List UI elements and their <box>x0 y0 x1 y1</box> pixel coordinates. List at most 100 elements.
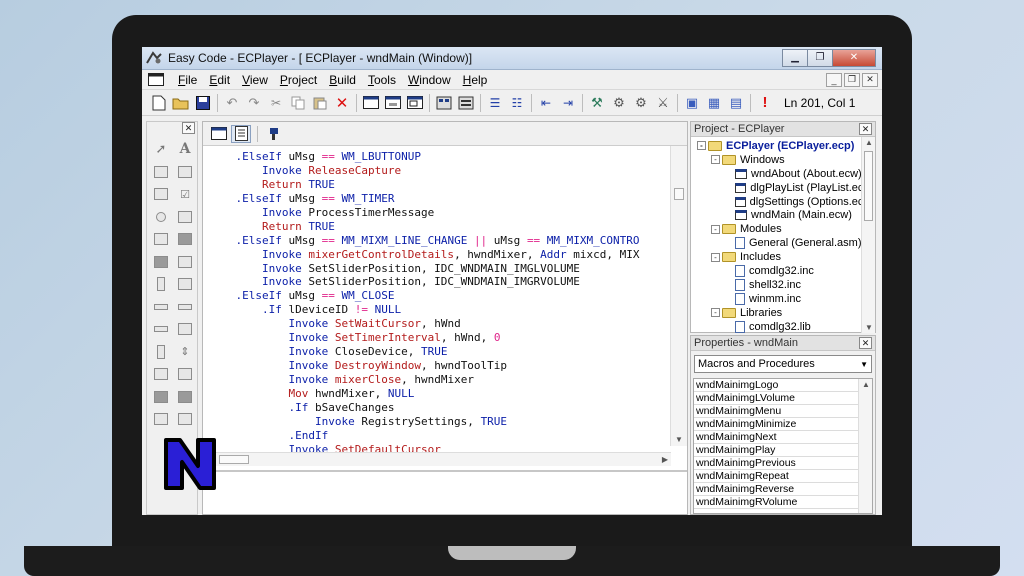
toolbox-close-button[interactable]: ✕ <box>182 122 195 134</box>
output-pane[interactable] <box>203 470 687 514</box>
rebar-tool[interactable] <box>149 408 173 431</box>
tree-item[interactable]: wndAbout (About.ecw) <box>697 167 875 181</box>
tree-item[interactable]: dlgSettings (Options.ecw) <box>697 195 875 209</box>
scroll-tool[interactable] <box>173 251 197 274</box>
new-file-button[interactable] <box>148 93 170 113</box>
listview-tool[interactable] <box>149 363 173 386</box>
rebuild-button[interactable]: ⚔ <box>652 93 674 113</box>
tree-item[interactable]: - Modules <box>697 222 875 236</box>
tree-item[interactable]: comdlg32.inc <box>697 264 875 278</box>
options-button[interactable]: ▤ <box>725 93 747 113</box>
menu-project[interactable]: Project <box>274 73 323 87</box>
maximize-button[interactable]: ❐ <box>807 48 833 67</box>
indent-button[interactable]: ☰ <box>484 93 506 113</box>
vscroll-tool[interactable] <box>149 273 173 296</box>
tree-item[interactable]: General (General.asm) <box>697 236 875 250</box>
procedures-list[interactable]: wndMainimgLogo wndMainimgLVolume wndMainim… <box>693 378 873 514</box>
tree-item[interactable]: - Windows <box>697 153 875 167</box>
trackbar-tool[interactable] <box>173 296 197 319</box>
document-window-icon[interactable] <box>148 73 164 87</box>
tree-expander-icon[interactable]: - <box>711 155 720 165</box>
button-tool[interactable] <box>149 183 173 206</box>
outdent-button[interactable]: ☷ <box>506 93 528 113</box>
scroll-up-arrow-icon[interactable]: ▲ <box>865 138 873 147</box>
tab-bookmark[interactable] <box>264 125 284 143</box>
list-item[interactable]: wndMainimgPlay <box>694 444 859 457</box>
menu-tools[interactable]: Tools <box>362 73 402 87</box>
debug-button[interactable]: ▦ <box>703 93 725 113</box>
list-item[interactable]: wndMainimgRVolume <box>694 496 859 509</box>
properties-button[interactable] <box>455 93 477 113</box>
save-button[interactable] <box>192 93 214 113</box>
mdi-close-button[interactable]: ✕ <box>862 72 878 87</box>
editor-vscroll-thumb[interactable] <box>674 188 684 200</box>
scroll-down-arrow-icon[interactable]: ▼ <box>865 323 873 332</box>
tree-item[interactable]: - ECPlayer (ECPlayer.ecp) <box>697 138 875 153</box>
statusbar-tool[interactable] <box>173 408 197 431</box>
list-item[interactable]: wndMainimgPrevious <box>694 457 859 470</box>
minimize-button[interactable]: ▁ <box>782 48 808 67</box>
tree-expander-icon[interactable]: - <box>711 252 720 262</box>
textbox-tool[interactable] <box>149 161 173 184</box>
combobox-tool[interactable] <box>149 228 173 251</box>
menu-build[interactable]: Build <box>323 73 362 87</box>
scroll-right-arrow-icon[interactable]: ▶ <box>662 455 668 464</box>
tree-item[interactable]: - Libraries <box>697 306 875 320</box>
pointer-tool[interactable]: ➚ <box>149 138 173 161</box>
radio-tool[interactable] <box>149 206 173 229</box>
tab-code-view[interactable] <box>231 124 251 143</box>
menu-window[interactable]: Window <box>402 73 457 87</box>
procedures-list-scrollbar[interactable]: ▲ <box>858 379 872 513</box>
tree-item[interactable]: - Includes <box>697 250 875 264</box>
tree-item[interactable]: comdlg32.lib <box>697 320 875 334</box>
menu-view[interactable]: View <box>236 73 274 87</box>
tree-expander-icon[interactable]: - <box>711 308 720 318</box>
cut-button[interactable]: ✂ <box>265 93 287 113</box>
updown-tool[interactable] <box>149 341 173 364</box>
paste-button[interactable] <box>309 93 331 113</box>
tree-item[interactable]: winmm.inc <box>697 292 875 306</box>
tree-item[interactable]: shell32.inc <box>697 278 875 292</box>
animate-tool[interactable] <box>149 386 173 409</box>
code-area[interactable]: .ElseIf uMsg == WM_LBUTTONUP Invoke Rele… <box>203 146 671 452</box>
list-item[interactable]: wndMainimgMenu <box>694 405 859 418</box>
grid-tool[interactable] <box>173 273 197 296</box>
copy-button[interactable] <box>287 93 309 113</box>
list-item[interactable]: wndMainimgNext <box>694 431 859 444</box>
menu-file[interactable]: File <box>172 73 203 87</box>
list-item[interactable]: wndMainimgRepeat <box>694 470 859 483</box>
menu-edit[interactable]: Edit <box>203 73 236 87</box>
mdi-restore-button[interactable]: ❐ <box>844 72 860 87</box>
list-item[interactable]: wndMainimgReverse <box>694 483 859 496</box>
delete-button[interactable]: ✕ <box>331 93 353 113</box>
tree-expander-icon[interactable]: - <box>711 224 720 234</box>
comment-button[interactable]: ⇤ <box>535 93 557 113</box>
window-view-button[interactable] <box>360 93 382 113</box>
list-item[interactable]: wndMainimgLogo <box>694 379 859 392</box>
run-button[interactable]: ▣ <box>681 93 703 113</box>
tab-tool[interactable] <box>173 318 197 341</box>
open-file-button[interactable] <box>170 93 192 113</box>
mdi-minimize-button[interactable]: _ <box>826 72 842 87</box>
menu-help[interactable]: Help <box>457 73 494 87</box>
checkbox-tool[interactable]: ☑ <box>173 183 197 206</box>
editor-vertical-scrollbar[interactable]: ▼ <box>670 146 687 446</box>
mdi-view-button[interactable] <box>404 93 426 113</box>
dialog-view-button[interactable] <box>382 93 404 113</box>
listbox-tool[interactable] <box>173 206 197 229</box>
project-tree-scroll-thumb[interactable] <box>864 151 873 221</box>
build-button[interactable]: ⚙ <box>608 93 630 113</box>
list-item[interactable]: wndMainimgMinimize <box>694 418 859 431</box>
editor-hscroll-thumb[interactable] <box>219 455 249 464</box>
properties-panel-close-button[interactable]: ✕ <box>859 337 872 349</box>
compile-button[interactable]: ⚒ <box>586 93 608 113</box>
close-button[interactable]: ✕ <box>832 48 876 67</box>
project-tree-scrollbar[interactable]: ▲ ▼ <box>861 137 875 333</box>
scroll-down-arrow-icon[interactable]: ▼ <box>675 435 683 444</box>
label-tool[interactable]: A <box>173 138 197 161</box>
tree-item[interactable]: wndMain (Main.ecw) <box>697 208 875 222</box>
build-all-button[interactable]: ⚙ <box>630 93 652 113</box>
warning-button[interactable]: ! <box>754 93 776 113</box>
header-tool[interactable] <box>149 318 173 341</box>
treeview-tool[interactable] <box>173 363 197 386</box>
